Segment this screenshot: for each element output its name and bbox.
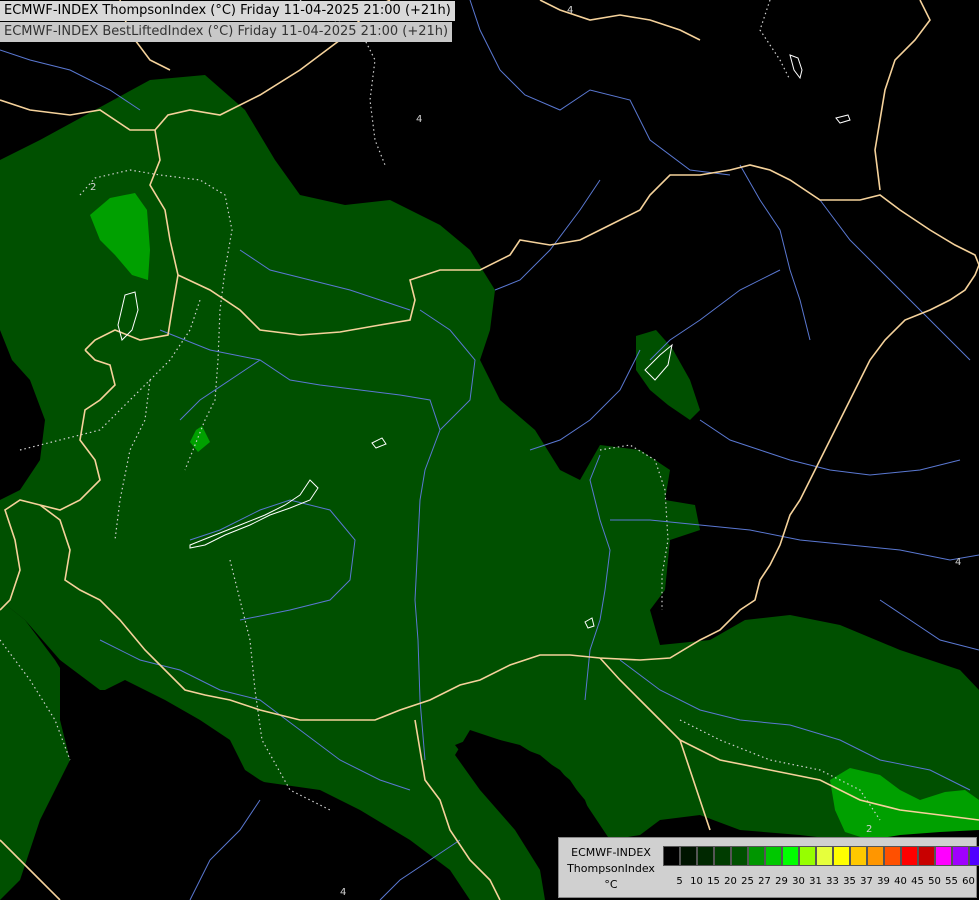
legend-parameter: ThompsonIndex bbox=[567, 862, 655, 875]
map-title-bestlifted: ECMWF-INDEX BestLiftedIndex (°C) Friday … bbox=[0, 22, 453, 42]
legend-swatches bbox=[663, 846, 979, 866]
legend-swatch bbox=[731, 846, 748, 866]
legend-tick-label: 30 bbox=[792, 876, 805, 887]
legend-swatch bbox=[952, 846, 969, 866]
legend-swatch bbox=[901, 846, 918, 866]
legend-tick-label: 25 bbox=[741, 876, 754, 887]
legend-unit: °C bbox=[604, 878, 618, 891]
legend-tick-label: 33 bbox=[826, 876, 839, 887]
contour-label: 2 bbox=[866, 824, 872, 835]
legend-swatch bbox=[816, 846, 833, 866]
legend-tick-label: 39 bbox=[877, 876, 890, 887]
legend-tick-label: 55 bbox=[945, 876, 958, 887]
contour-label: 4 bbox=[955, 557, 961, 568]
map-title-thompson: ECMWF-INDEX ThompsonIndex (°C) Friday 11… bbox=[0, 1, 455, 21]
legend-tick-label: 50 bbox=[928, 876, 941, 887]
legend-swatch bbox=[697, 846, 714, 866]
legend-swatch bbox=[867, 846, 884, 866]
legend-tick-label: 60 bbox=[962, 876, 975, 887]
contour-label: 4 bbox=[340, 887, 346, 898]
legend-tick-label: 40 bbox=[894, 876, 907, 887]
legend-tick-label: 31 bbox=[809, 876, 822, 887]
legend-swatch bbox=[850, 846, 867, 866]
legend-tick-label: 15 bbox=[707, 876, 720, 887]
legend-tick-label: 37 bbox=[860, 876, 873, 887]
legend-swatch bbox=[969, 846, 979, 866]
contour-label: 2 bbox=[90, 182, 96, 193]
legend-tick-label: 5 bbox=[676, 876, 683, 887]
legend-tick-label: 45 bbox=[911, 876, 924, 887]
color-legend: ECMWF-INDEX ThompsonIndex °C 5 10 15 20 25 27… bbox=[558, 837, 979, 898]
legend-swatch bbox=[935, 846, 952, 866]
legend-swatch bbox=[782, 846, 799, 866]
legend-swatch bbox=[765, 846, 782, 866]
contour-label: 4 bbox=[567, 5, 573, 16]
legend-tick-label: 27 bbox=[758, 876, 771, 887]
forecast-map: 2 4 4 4 4 2 bbox=[0, 0, 979, 900]
legend-swatch bbox=[748, 846, 765, 866]
legend-ticks: 5 10 15 20 25 27 29 30 31 33 35 37 39 40 45 50 55 60 bbox=[663, 876, 977, 889]
legend-tick-label: 29 bbox=[775, 876, 788, 887]
legend-model: ECMWF-INDEX bbox=[571, 846, 651, 859]
legend-tick-label: 20 bbox=[724, 876, 737, 887]
legend-swatch bbox=[714, 846, 731, 866]
legend-tick-label: 10 bbox=[690, 876, 703, 887]
legend-swatch bbox=[884, 846, 901, 866]
legend-swatch bbox=[799, 846, 816, 866]
legend-swatch bbox=[663, 846, 680, 866]
contour-label: 4 bbox=[416, 114, 422, 125]
legend-tick-label: 35 bbox=[843, 876, 856, 887]
legend-swatch bbox=[918, 846, 935, 866]
legend-swatch bbox=[680, 846, 697, 866]
legend-swatch bbox=[833, 846, 850, 866]
